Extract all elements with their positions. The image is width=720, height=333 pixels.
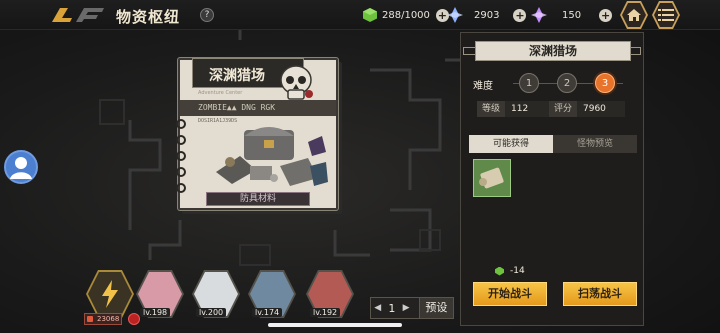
sweep-battle-button[interactable]: 扫荡战斗: [563, 282, 637, 306]
member-level: lv.198: [140, 308, 171, 317]
stat-key: 评分: [549, 101, 577, 117]
top-bar: 物资枢纽 ? 288/1000 + 2903 + 150 +: [0, 0, 720, 30]
logo-icon: [52, 8, 104, 22]
stat-score: 评分 7960: [549, 101, 625, 117]
cost-value: -14: [510, 266, 525, 276]
preset-next-button[interactable]: ▶: [399, 303, 412, 313]
purple-crystal-icon: [531, 7, 547, 23]
add-purple-crystal-button[interactable]: +: [599, 8, 613, 22]
difficulty-3-button[interactable]: 3: [595, 73, 615, 93]
blue-crystal-icon: [447, 7, 463, 23]
start-battle-button[interactable]: 开始战斗: [473, 282, 547, 306]
treasure-pile-image: [216, 127, 328, 186]
preset-button[interactable]: 预设: [418, 298, 454, 318]
stage-card-footer: 防具材料: [206, 192, 310, 206]
stat-level: 等级 112: [477, 101, 553, 117]
reward-item[interactable]: [473, 159, 511, 197]
difficulty-2-button[interactable]: 2: [557, 73, 577, 93]
home-indicator[interactable]: [268, 323, 402, 327]
member-level: lv.174: [252, 308, 283, 317]
team-member-slot[interactable]: lv.174: [246, 270, 300, 326]
stage-card-band: ZOMBIE▲▲ DNG RGK: [180, 100, 336, 116]
user-icon: [10, 157, 32, 179]
difficulty-1-button[interactable]: 1: [519, 73, 539, 93]
preset-number: 1: [388, 301, 396, 315]
page-title: 物资枢纽: [116, 8, 181, 26]
stage-detail-panel: 深渊猎场 难度 1 2 3 等级 112 评分 7960 可能获得 怪物预览 -…: [460, 32, 644, 326]
stat-value: 112: [505, 101, 553, 117]
lightning-icon: [102, 280, 118, 308]
tab-monster-preview[interactable]: 怪物预览: [553, 135, 637, 153]
stamina-cost: -14: [495, 266, 525, 276]
resource-blue-crystal: 2903 +: [446, 5, 527, 25]
member-level: lv.192: [310, 308, 341, 317]
tab-possible-rewards[interactable]: 可能获得: [469, 135, 553, 153]
resource-value: 150: [562, 9, 582, 21]
panel-title: 深渊猎场: [475, 41, 631, 61]
floating-assistant-button[interactable]: [4, 150, 38, 184]
reward-tabs: 可能获得 怪物预览: [469, 135, 637, 153]
leader-frame: [86, 270, 134, 318]
stage-card[interactable]: 深渊猎场 Adventure Center ZOMBIE▲▲ DNG RGK D…: [176, 58, 338, 210]
green-cube-icon: [363, 8, 377, 22]
preset-selector: ◀ 1 ▶ 预设: [370, 297, 454, 319]
difficulty-label: 难度: [473, 81, 493, 92]
menu-button[interactable]: [652, 1, 680, 29]
team-member-slot[interactable]: lv.200: [190, 270, 244, 326]
skull-icon: [280, 65, 313, 100]
binder-rings-icon: [176, 119, 186, 193]
home-icon: [627, 9, 641, 21]
team-member-slot[interactable]: lv.192: [304, 270, 358, 326]
team-member-slot[interactable]: lv.198: [134, 270, 188, 326]
help-icon[interactable]: ?: [200, 8, 214, 22]
home-button[interactable]: [620, 1, 648, 29]
stat-value: 7960: [577, 101, 625, 117]
scroll-icon: [479, 167, 504, 189]
resource-value: 2903: [474, 9, 500, 21]
stat-key: 等级: [477, 101, 505, 117]
team-power: 23068: [84, 313, 122, 325]
member-level: lv.200: [196, 308, 227, 317]
resource-value: 288/1000: [382, 9, 430, 21]
resource-stamina: 288/1000 +: [362, 5, 449, 25]
stage-card-subtitle: Adventure Center: [198, 90, 243, 96]
add-blue-crystal-button[interactable]: +: [513, 8, 527, 22]
menu-icon: [658, 9, 674, 21]
leader-portrait: [88, 272, 132, 316]
green-cube-icon: [495, 266, 504, 276]
resource-purple-crystal: 150 +: [530, 5, 613, 25]
preset-prev-button[interactable]: ◀: [371, 303, 384, 313]
alert-badge: [128, 313, 140, 325]
